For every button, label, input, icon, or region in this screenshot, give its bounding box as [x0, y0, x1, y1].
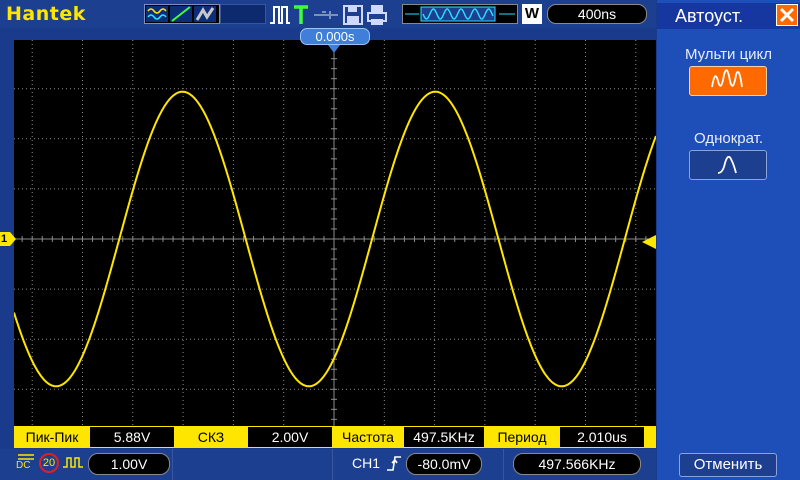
bandwidth-limit-icon[interactable]: 20 [39, 453, 59, 473]
waveform-display-icon[interactable] [146, 6, 168, 22]
graticule-axes [14, 40, 656, 426]
multi-cycle-wave-icon [711, 69, 743, 88]
brand-logo: Hantek [6, 3, 86, 25]
display-mode-icons[interactable] [144, 4, 220, 24]
trigger-position-arrow [328, 45, 340, 53]
divider [503, 449, 504, 480]
trigger-level-marker[interactable] [642, 235, 656, 249]
usb-icon [314, 11, 338, 19]
frequency-counter: 497.566KHz [513, 453, 641, 475]
waveform-display[interactable] [14, 40, 656, 426]
cancel-button[interactable]: Отменить [679, 453, 777, 477]
coupling-label: DC [16, 460, 31, 471]
graticule [14, 40, 656, 426]
close-icon[interactable] [776, 4, 798, 26]
multi-cycle-label: Мульти цикл [684, 46, 773, 63]
measurement-value: 2.00V [248, 427, 332, 447]
panel-title: Автоуст. [675, 6, 744, 26]
panel-header: Автоуст. [657, 3, 800, 29]
measurement-bar: Пик-Пик 5.88V СКЗ 2.00V Частота 497.5KHz… [14, 426, 656, 448]
measurement-label: Период [497, 429, 547, 445]
printer-icon[interactable] [367, 5, 387, 25]
rising-edge-icon[interactable] [385, 454, 403, 472]
single-cycle-label: Однократ. [693, 130, 763, 147]
measurement-label: СКЗ [197, 429, 225, 445]
single-cycle-button[interactable] [689, 150, 767, 180]
single-cycle-wave-icon [717, 155, 737, 174]
xy-mode-icon[interactable] [170, 6, 192, 22]
ch1-volts-div[interactable]: 1.00V [88, 453, 170, 475]
memory-overview[interactable] [402, 4, 518, 24]
save-icon[interactable] [343, 5, 363, 25]
trigger-t-icon[interactable] [294, 5, 308, 24]
divider [172, 449, 173, 480]
measurement-value: 2.010us [560, 427, 644, 447]
measurement-label: Пик-Пик [25, 429, 79, 445]
trigger-position-label[interactable]: 0.000s [300, 28, 370, 45]
persist-icon[interactable] [194, 6, 216, 22]
status-box [220, 4, 266, 24]
multi-cycle-button[interactable] [689, 66, 767, 96]
pulse-icon[interactable] [270, 6, 290, 24]
acquisition-mode-icon[interactable]: W [522, 4, 542, 24]
measurement-value: 5.88V [90, 427, 174, 447]
trigger-source[interactable]: CH1 [352, 455, 380, 471]
divider [332, 449, 333, 480]
invert-icon[interactable] [62, 455, 86, 471]
measurement-value: 497.5KHz [404, 427, 484, 447]
trigger-level-readout[interactable]: -80.0mV [406, 453, 482, 475]
autoset-panel: Автоуст. Мульти цикл Однократ. Отменить [657, 0, 800, 480]
timebase-readout[interactable]: 400ns [547, 4, 647, 24]
ch1-marker-label: 1 [1, 233, 8, 245]
measurement-label: Частота [342, 429, 394, 445]
